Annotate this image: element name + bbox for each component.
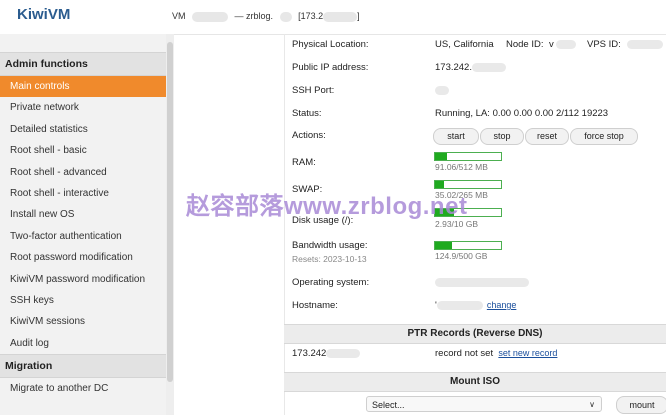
chevron-down-icon: ∨ xyxy=(589,400,595,409)
hostname-label: Hostname: xyxy=(292,300,338,311)
sidebar-section-admin: Admin functions xyxy=(0,52,166,76)
main-panel: Physical Location: US, California Node I… xyxy=(174,34,666,415)
sidebar-scrollbar[interactable] xyxy=(166,34,174,415)
scrollbar-thumb[interactable] xyxy=(167,42,173,382)
hostname-value: ' change xyxy=(435,300,517,311)
mount-iso-section-header: Mount ISO xyxy=(284,372,666,392)
top-bar: KiwiVM VM — zrblog. [173.2] xyxy=(0,0,666,35)
redacted-mask xyxy=(279,11,292,22)
sidebar-item-audit-log[interactable]: Audit log xyxy=(0,333,166,354)
bandwidth-usage-bar xyxy=(434,241,502,250)
ram-usage-bar xyxy=(434,152,502,161)
ram-usage-fill xyxy=(435,153,447,160)
force-stop-button[interactable]: force stop xyxy=(570,128,638,145)
content-divider xyxy=(284,34,285,415)
physical-location-label: Physical Location: xyxy=(292,39,369,50)
reset-button[interactable]: reset xyxy=(525,128,569,145)
iso-select[interactable]: Select... ∨ xyxy=(366,396,602,412)
node-id-label: Node ID: xyxy=(506,39,544,50)
public-ip-value: 173.242. xyxy=(435,62,506,73)
sidebar-item-detailed-statistics[interactable]: Detailed statistics xyxy=(0,119,166,140)
ptr-section-header: PTR Records (Reverse DNS) xyxy=(284,324,666,344)
stop-button[interactable]: stop xyxy=(480,128,524,145)
sidebar-item-install-os[interactable]: Install new OS xyxy=(0,204,166,225)
vps-id-value xyxy=(627,39,663,50)
ssh-port-value xyxy=(435,85,449,96)
sidebar-section-migration: Migration xyxy=(0,354,166,379)
actions-label: Actions: xyxy=(292,130,326,141)
os-value xyxy=(435,277,529,288)
sidebar-item-root-password[interactable]: Root password modification xyxy=(0,247,166,268)
public-ip-label: Public IP address: xyxy=(292,62,369,73)
sidebar: Admin functions Main controls Private ne… xyxy=(0,34,167,415)
vm-title-prefix: VM xyxy=(172,11,186,21)
sidebar-item-two-factor[interactable]: Two-factor authentication xyxy=(0,226,166,247)
physical-location-value: US, California xyxy=(435,39,494,50)
vm-title-ip: [173.2 xyxy=(298,11,324,21)
sidebar-item-ssh-keys[interactable]: SSH keys xyxy=(0,290,166,311)
status-value: Running, LA: 0.00 0.00 0.00 2/112 19223 xyxy=(435,108,609,119)
bandwidth-label: Bandwidth usage: xyxy=(292,240,368,251)
hostname-change-link[interactable]: change xyxy=(487,300,517,310)
kiwivm-logo[interactable]: KiwiVM xyxy=(17,6,70,23)
sidebar-item-root-shell-interactive[interactable]: Root shell - interactive xyxy=(0,183,166,204)
os-label: Operating system: xyxy=(292,277,370,288)
start-button[interactable]: start xyxy=(433,128,479,145)
vps-id-label: VPS ID: xyxy=(587,39,621,50)
status-label: Status: xyxy=(292,108,322,119)
sidebar-item-main-controls[interactable]: Main controls xyxy=(0,76,166,98)
redacted-mask xyxy=(192,11,229,22)
ram-label: RAM: xyxy=(292,157,316,168)
ram-usage-text: 91.06/512 MB xyxy=(435,162,488,172)
sidebar-item-migrate-dc[interactable]: Migrate to another DC xyxy=(0,378,166,399)
sidebar-item-root-shell-advanced[interactable]: Root shell - advanced xyxy=(0,162,166,183)
ssh-port-label: SSH Port: xyxy=(292,85,335,96)
mount-button[interactable]: mount xyxy=(616,396,666,414)
sidebar-item-kiwivm-sessions[interactable]: KiwiVM sessions xyxy=(0,311,166,332)
node-id-value: v xyxy=(549,39,576,50)
ptr-status: record not set set new record xyxy=(435,348,558,359)
redacted-mask xyxy=(323,11,358,22)
bandwidth-usage-text: 124.9/500 GB xyxy=(435,251,488,261)
sidebar-item-kiwivm-password[interactable]: KiwiVM password modification xyxy=(0,269,166,290)
watermark-text: 赵容部落www.zrblog.net xyxy=(186,193,468,220)
sidebar-item-private-network[interactable]: Private network xyxy=(0,97,166,118)
bandwidth-usage-fill xyxy=(435,242,452,249)
vm-title: VM — zrblog. [173.2] xyxy=(172,11,360,22)
vm-title-suffix: ] xyxy=(357,11,360,21)
set-new-record-link[interactable]: set new record xyxy=(498,348,557,358)
ptr-ip: 173.242 xyxy=(292,348,361,359)
vm-title-hostname: — zrblog. xyxy=(234,11,274,21)
bandwidth-resets: Resets: 2023-10-13 xyxy=(292,254,367,264)
sidebar-item-root-shell-basic[interactable]: Root shell - basic xyxy=(0,140,166,161)
